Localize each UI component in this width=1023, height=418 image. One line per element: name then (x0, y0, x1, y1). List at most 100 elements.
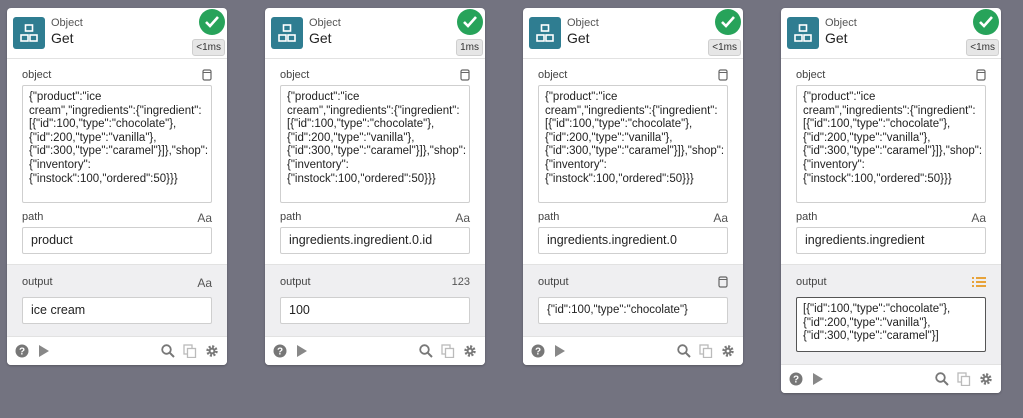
list-icon (972, 276, 986, 291)
success-check-icon (973, 9, 999, 35)
node-type-label: Object (567, 17, 599, 29)
object-section: object {"product":"ice cream","ingredien… (781, 59, 1001, 264)
object-label: object (796, 69, 826, 81)
copy-icon[interactable] (957, 372, 971, 386)
card-header[interactable]: Object Get <1ms (523, 8, 743, 59)
success-check-icon (715, 9, 741, 35)
copy-icon[interactable] (183, 344, 197, 358)
object-type-icon (460, 69, 470, 84)
path-label-row: path Aa (280, 211, 470, 227)
object-type-icon (718, 276, 728, 291)
success-check-icon (457, 9, 483, 35)
object-node-icon (787, 17, 819, 49)
gear-icon[interactable] (463, 344, 477, 358)
string-type-label: Aa (197, 276, 212, 290)
copy-icon[interactable] (441, 344, 455, 358)
object-label: object (22, 69, 52, 81)
object-label-row: object (796, 69, 986, 85)
string-type-label: Aa (197, 211, 212, 225)
path-input[interactable]: ingredients.ingredient.0 (538, 227, 728, 254)
node-card-3[interactable]: Object Get <1ms object {"product":"ice c… (523, 8, 743, 365)
timing-badge: <1ms (708, 39, 741, 56)
card-footer: ? (265, 336, 485, 365)
output-section: output 123 100 (265, 264, 485, 336)
object-section: object {"product":"ice cream","ingredien… (7, 59, 227, 264)
gear-icon[interactable] (205, 344, 219, 358)
help-icon[interactable]: ? (15, 344, 29, 358)
object-label: object (280, 69, 310, 81)
card-header[interactable]: Object Get <1ms (781, 8, 1001, 59)
svg-text:?: ? (19, 347, 25, 358)
path-input[interactable]: product (22, 227, 212, 254)
node-name: Get (51, 30, 74, 46)
output-label-row: output (538, 276, 728, 292)
node-name: Get (309, 30, 332, 46)
object-node-icon (529, 17, 561, 49)
search-icon[interactable] (935, 372, 949, 386)
node-type-label: Object (51, 17, 83, 29)
output-label: output (280, 276, 311, 288)
object-input[interactable]: {"product":"ice cream","ingredients":{"i… (796, 85, 986, 203)
object-node-icon (13, 17, 45, 49)
search-icon[interactable] (161, 344, 175, 358)
object-input[interactable]: {"product":"ice cream","ingredients":{"i… (280, 85, 470, 203)
svg-text:?: ? (793, 375, 799, 386)
search-icon[interactable] (419, 344, 433, 358)
node-card-4[interactable]: Object Get <1ms object {"product":"ice c… (781, 8, 1001, 393)
output-label: output (796, 276, 827, 288)
help-icon[interactable]: ? (789, 372, 803, 386)
node-card-2[interactable]: Object Get 1ms object {"product":"ice cr… (265, 8, 485, 365)
path-label: path (22, 211, 44, 223)
object-label-row: object (22, 69, 212, 85)
object-section: object {"product":"ice cream","ingredien… (523, 59, 743, 264)
object-node-icon (271, 17, 303, 49)
string-type-label: Aa (971, 211, 986, 225)
play-icon[interactable] (811, 372, 825, 386)
string-type-label: Aa (713, 211, 728, 225)
output-label: output (22, 276, 53, 288)
output-section: output Aa ice cream (7, 264, 227, 336)
output-label-row: output 123 (280, 276, 470, 292)
output-value: [{"id":100,"type":"chocolate"},{"id":200… (796, 297, 986, 352)
card-header[interactable]: Object Get <1ms (7, 8, 227, 59)
play-icon[interactable] (295, 344, 309, 358)
output-label-row: output Aa (22, 276, 212, 292)
object-input[interactable]: {"product":"ice cream","ingredients":{"i… (22, 85, 212, 203)
timing-badge: <1ms (966, 39, 999, 56)
path-label: path (538, 211, 560, 223)
help-icon[interactable]: ? (531, 344, 545, 358)
svg-text:?: ? (535, 347, 541, 358)
output-value: 100 (280, 297, 470, 324)
play-icon[interactable] (553, 344, 567, 358)
path-input[interactable]: ingredients.ingredient.0.id (280, 227, 470, 254)
output-section: output {"id":100,"type":"chocolate"} (523, 264, 743, 336)
timing-badge: <1ms (192, 39, 225, 56)
output-value: ice cream (22, 297, 212, 324)
help-icon[interactable]: ? (273, 344, 287, 358)
node-name: Get (567, 30, 590, 46)
svg-text:?: ? (277, 347, 283, 358)
object-type-icon (202, 69, 212, 84)
node-card-1[interactable]: Object Get <1ms object {"product":"ice c… (7, 8, 227, 365)
object-input[interactable]: {"product":"ice cream","ingredients":{"i… (538, 85, 728, 203)
gear-icon[interactable] (721, 344, 735, 358)
output-label-row: output (796, 276, 986, 292)
path-label-row: path Aa (538, 211, 728, 227)
path-label-row: path Aa (22, 211, 212, 227)
copy-icon[interactable] (699, 344, 713, 358)
card-header[interactable]: Object Get 1ms (265, 8, 485, 59)
gear-icon[interactable] (979, 372, 993, 386)
timing-badge: 1ms (456, 39, 483, 56)
node-name: Get (825, 30, 848, 46)
play-icon[interactable] (37, 344, 51, 358)
string-type-label: Aa (455, 211, 470, 225)
object-label-row: object (280, 69, 470, 85)
object-type-icon (718, 69, 728, 84)
node-type-label: Object (825, 17, 857, 29)
path-label: path (796, 211, 818, 223)
object-type-icon (976, 69, 986, 84)
search-icon[interactable] (677, 344, 691, 358)
node-type-label: Object (309, 17, 341, 29)
path-input[interactable]: ingredients.ingredient (796, 227, 986, 254)
output-label: output (538, 276, 569, 288)
